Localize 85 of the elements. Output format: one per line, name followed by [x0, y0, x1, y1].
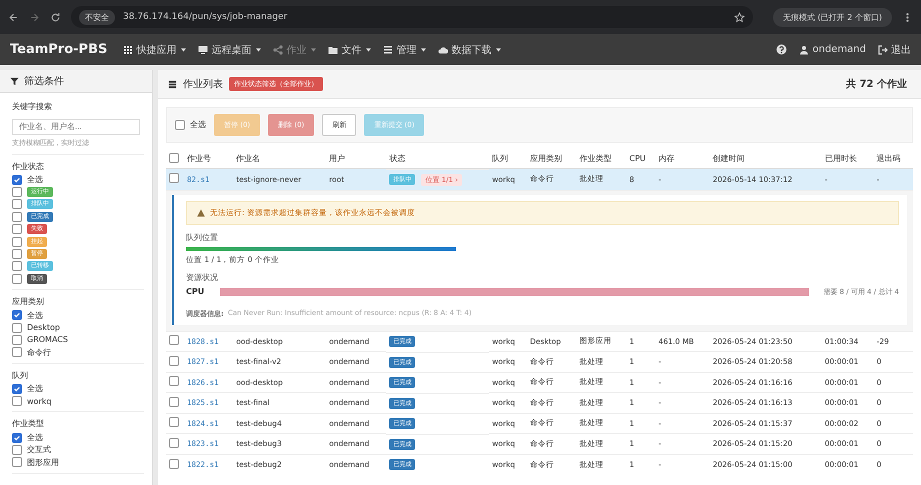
checkbox[interactable]	[169, 173, 179, 184]
section-label: 队列位置	[186, 232, 219, 242]
panel-title: 筛选条件	[24, 74, 64, 88]
checkbox[interactable]	[12, 249, 22, 260]
checkbox[interactable]	[12, 224, 22, 234]
checkbox[interactable]	[169, 376, 179, 386]
filter-icon	[10, 76, 19, 86]
caret-icon	[311, 48, 316, 52]
checkbox[interactable]	[12, 310, 22, 320]
back-icon[interactable]	[8, 12, 19, 22]
option-label: GROMACS	[27, 335, 68, 344]
user-icon	[799, 44, 810, 54]
security-chip[interactable]: 不安全	[79, 10, 115, 24]
forward-icon[interactable]	[29, 12, 40, 22]
checkbox[interactable]	[12, 347, 22, 358]
checkbox[interactable]	[12, 261, 22, 272]
checkbox[interactable]	[12, 199, 22, 210]
section-label: 应用类别	[12, 296, 45, 308]
caret-icon	[496, 48, 502, 52]
star-icon[interactable]	[734, 12, 746, 22]
checkbox[interactable]	[169, 438, 179, 448]
option-label: 全选	[27, 310, 43, 321]
sign-out-icon	[878, 44, 888, 54]
checkbox[interactable]	[12, 187, 22, 198]
checkbox[interactable]	[12, 322, 22, 333]
option-label: workq	[27, 396, 52, 406]
nav-menu[interactable]: 数据下载	[438, 42, 502, 56]
checkbox[interactable]	[12, 174, 22, 185]
checkbox[interactable]	[12, 457, 22, 468]
option-label: 全选	[27, 174, 43, 186]
option-label: 全选	[27, 432, 43, 444]
panel-title: 作业列表	[183, 78, 223, 91]
checkbox[interactable]	[175, 120, 185, 130]
caret-icon	[421, 48, 426, 52]
search-field[interactable]: 作业名、用户名...	[12, 118, 140, 134]
checkbox[interactable]	[12, 274, 22, 284]
section-label: 队列	[12, 370, 29, 381]
checkbox[interactable]	[169, 152, 179, 162]
section-label: 作业状态	[12, 160, 45, 172]
reload-icon[interactable]	[50, 12, 61, 22]
caret-icon	[256, 48, 262, 52]
checkbox[interactable]	[12, 444, 22, 455]
option-label: Desktop	[27, 323, 60, 332]
checkbox[interactable]	[169, 458, 179, 468]
checkbox[interactable]	[12, 384, 22, 394]
address-bar[interactable]: 不安全 38.76.174.164/pun/sys/job-manager	[71, 6, 754, 28]
list-icon	[383, 44, 394, 54]
option-label: 命令行	[27, 346, 51, 358]
checkbox[interactable]	[169, 335, 179, 346]
brand-link[interactable]: TeamPro-PBS	[10, 42, 108, 57]
caret-icon	[181, 48, 186, 52]
cloud-icon	[438, 44, 448, 54]
resource-label: CPU	[186, 287, 206, 296]
warning-icon	[197, 208, 205, 216]
caret-icon	[366, 48, 372, 52]
help-icon[interactable]	[776, 44, 788, 55]
logout-link[interactable]: 退出	[878, 42, 911, 56]
url-text: 38.76.174.164/pun/sys/job-manager	[123, 12, 288, 22]
nav-menu[interactable]: 远程桌面	[198, 42, 262, 56]
grid-icon	[123, 44, 134, 54]
section-label: 关键字搜索	[12, 101, 53, 112]
share-icon	[273, 44, 284, 54]
select-all-label: 全选	[190, 119, 206, 130]
checkbox[interactable]	[12, 432, 22, 443]
incognito-chip[interactable]: 无痕模式 (已打开 2 个窗口)	[773, 8, 892, 26]
job-count: 共 72 个作业	[846, 78, 907, 91]
checkbox[interactable]	[169, 356, 179, 366]
checkbox[interactable]	[12, 236, 22, 247]
checkbox[interactable]	[169, 396, 179, 407]
checkbox[interactable]	[12, 334, 22, 345]
section-label: 资源状况	[186, 272, 219, 282]
checkbox[interactable]	[12, 212, 22, 222]
nav-menu[interactable]: 快捷应用	[123, 42, 186, 56]
option-label: 图形应用	[27, 456, 59, 468]
checkbox[interactable]	[169, 417, 179, 428]
nav-menu[interactable]: 管理	[383, 42, 426, 56]
folder-icon	[328, 44, 338, 54]
list-icon	[168, 80, 177, 88]
user-menu[interactable]: ondemand	[799, 44, 866, 55]
option-label: 全选	[27, 383, 43, 394]
monitor-icon	[198, 44, 208, 54]
checkbox[interactable]	[12, 396, 22, 406]
nav-menu[interactable]: 文件	[328, 42, 372, 56]
option-label: 交互式	[27, 444, 51, 456]
section-label: 作业类型	[12, 418, 45, 430]
